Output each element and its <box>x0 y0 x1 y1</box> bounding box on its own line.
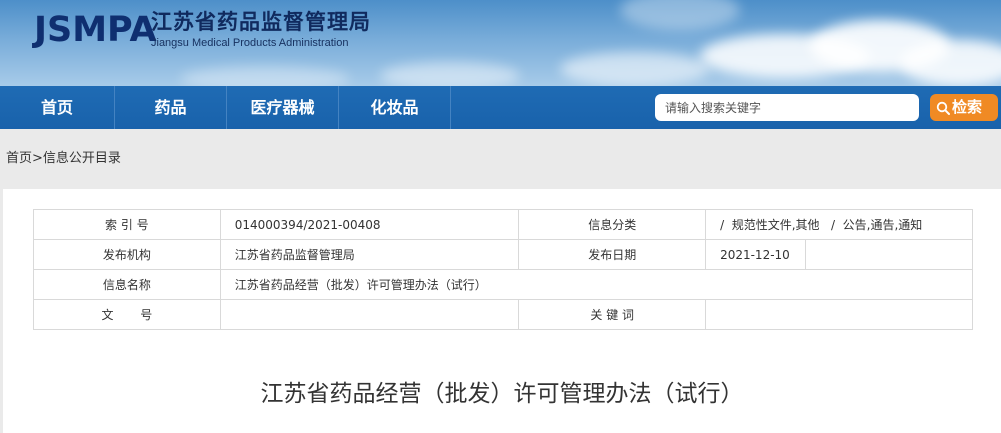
name-label: 信息名称 <box>33 269 221 300</box>
cloud-decoration <box>180 66 350 86</box>
breadcrumb-separator: > <box>32 151 43 166</box>
site-subtitle: Jiangsu Medical Products Administration <box>151 37 349 49</box>
document-meta-table: 索 引 号 014000394/2021-00408 信息分类 / 规范性文件,… <box>33 209 974 330</box>
category-value: / 规范性文件,其他 / 公告,通告,通知 <box>705 209 973 240</box>
category-label: 信息分类 <box>518 209 707 240</box>
empty-cell <box>805 239 973 270</box>
cloud-decoration <box>900 40 1001 86</box>
name-value: 江苏省药品经营（批发）许可管理办法（试行） <box>219 269 974 300</box>
table-row: 发布机构 江苏省药品监督管理局 发布日期 2021-12-10 <box>33 239 973 270</box>
nav-item-cosmetics[interactable]: 化妆品 <box>339 86 451 129</box>
nav-item-home[interactable]: 首页 <box>0 86 115 129</box>
search-button[interactable]: 检索 <box>930 94 998 121</box>
table-row: 信息名称 江苏省药品经营（批发）许可管理办法（试行） <box>33 269 974 300</box>
date-label: 发布日期 <box>518 239 707 270</box>
nav-item-drugs[interactable]: 药品 <box>115 86 227 129</box>
breadcrumb-current[interactable]: 信息公开目录 <box>43 151 121 166</box>
search-button-label: 检索 <box>952 98 983 116</box>
date-value: 2021-12-10 <box>705 239 807 270</box>
breadcrumb-home[interactable]: 首页 <box>6 151 32 166</box>
keyword-label: 关 键 词 <box>518 299 707 330</box>
cloud-decoration <box>380 62 520 86</box>
header-banner: JSMPA 江苏省药品监督管理局 Jiangsu Medical Product… <box>0 0 1001 86</box>
site-logo[interactable]: JSMPA <box>34 8 157 52</box>
document-title: 江苏省药品经营（批发）许可管理办法（试行） <box>260 381 744 407</box>
table-row: 文 号 关 键 词 <box>33 299 973 330</box>
docno-label: 文 号 <box>33 299 221 330</box>
docno-value <box>219 299 520 330</box>
breadcrumb: 首页>信息公开目录 <box>6 150 121 168</box>
index-value: 014000394/2021-00408 <box>219 209 520 240</box>
keyword-value <box>705 299 973 330</box>
publisher-value: 江苏省药品监督管理局 <box>219 239 520 270</box>
index-label: 索 引 号 <box>33 209 221 240</box>
publisher-label: 发布机构 <box>33 239 221 270</box>
main-nav: 首页 药品 医疗器械 化妆品 检索 <box>0 86 1001 129</box>
table-row: 索 引 号 014000394/2021-00408 信息分类 / 规范性文件,… <box>33 209 973 240</box>
nav-item-medical-devices[interactable]: 医疗器械 <box>227 86 339 129</box>
search-icon <box>936 101 950 115</box>
content-panel: 索 引 号 014000394/2021-00408 信息分类 / 规范性文件,… <box>3 189 1001 433</box>
cloud-decoration <box>560 52 710 86</box>
cloud-decoration <box>620 0 740 30</box>
site-title: 江苏省药品监督管理局 <box>151 10 371 34</box>
search-input[interactable] <box>655 94 919 121</box>
